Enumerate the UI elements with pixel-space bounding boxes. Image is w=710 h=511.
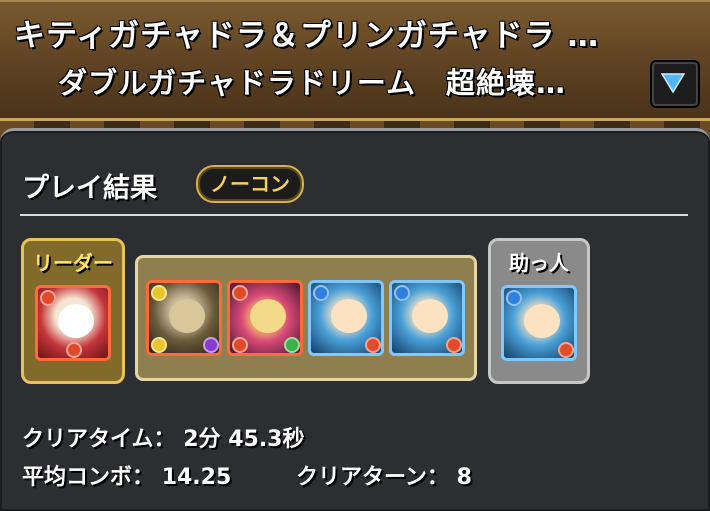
dungeon-header: キティガチャドラ＆プリンガチャドラ … ダブルガチャドラドリーム 超絶壊… (0, 0, 710, 121)
no-continue-badge: ノーコン (196, 165, 304, 203)
fire-orb-icon (232, 337, 248, 353)
sub-members (135, 255, 477, 381)
clear-turns-label: クリアターン： (296, 465, 449, 490)
light-orb-icon (151, 285, 167, 301)
clear-turns-value: 8 (456, 465, 472, 490)
fire-orb-icon (365, 337, 381, 353)
hello-kitty-dragon-icon (58, 304, 94, 338)
sub-monster-card-3[interactable] (308, 280, 384, 356)
sub-monster-card-2[interactable] (227, 280, 303, 356)
avg-combo-label: 平均コンボ： (22, 465, 155, 490)
fire-orb-icon (558, 342, 574, 358)
blonde-mermaid-icon (331, 299, 367, 333)
fire-orb-icon (446, 337, 462, 353)
wood-orb-icon (284, 337, 300, 353)
fire-orb-icon (40, 290, 56, 306)
water-orb-icon (506, 290, 522, 306)
result-panel: プレイ結果 ノーコン リーダー 助っ人 クリアタイム： 2分 45.3秒 平均コ… (0, 128, 710, 511)
clear-turns-row: クリアターン： 8 (296, 459, 472, 491)
leader-slot: リーダー (21, 238, 125, 384)
triangle-down-icon (661, 73, 685, 94)
play-result-heading: プレイ結果 (22, 173, 157, 204)
helper-label: 助っ人 (509, 251, 569, 275)
water-orb-icon (313, 285, 329, 301)
sub-monster-card-1[interactable] (146, 280, 222, 356)
dungeon-title: キティガチャドラ＆プリンガチャドラ … (14, 18, 600, 54)
floor-title: ダブルガチャドラドリーム 超絶壊… (58, 66, 566, 100)
water-orb-icon (394, 285, 410, 301)
divider (20, 214, 688, 216)
sub-monster-card-4[interactable] (389, 280, 465, 356)
blonde-mermaid-icon (524, 304, 560, 338)
leader-monster-card[interactable] (35, 285, 111, 361)
avg-combo-value: 14.25 (161, 465, 232, 490)
dark-orb-icon (203, 337, 219, 353)
clear-time-value: 2分 45.3秒 (183, 427, 305, 452)
clear-time-label: クリアタイム： (22, 427, 176, 452)
dropdown-button[interactable] (650, 60, 700, 108)
helper-slot: 助っ人 (488, 238, 590, 384)
light-orb-icon (151, 337, 167, 353)
fire-orb-icon (66, 342, 82, 358)
armored-warrior-icon (169, 299, 205, 333)
helper-monster-card[interactable] (501, 285, 577, 361)
leader-label: リーダー (33, 251, 113, 275)
avg-combo-row: 平均コンボ： 14.25 (22, 459, 231, 491)
clear-time-row: クリアタイム： 2分 45.3秒 (22, 421, 304, 453)
blonde-mermaid-icon (412, 299, 448, 333)
fire-orb-icon (232, 285, 248, 301)
pink-dragon-girl-icon (250, 299, 286, 333)
